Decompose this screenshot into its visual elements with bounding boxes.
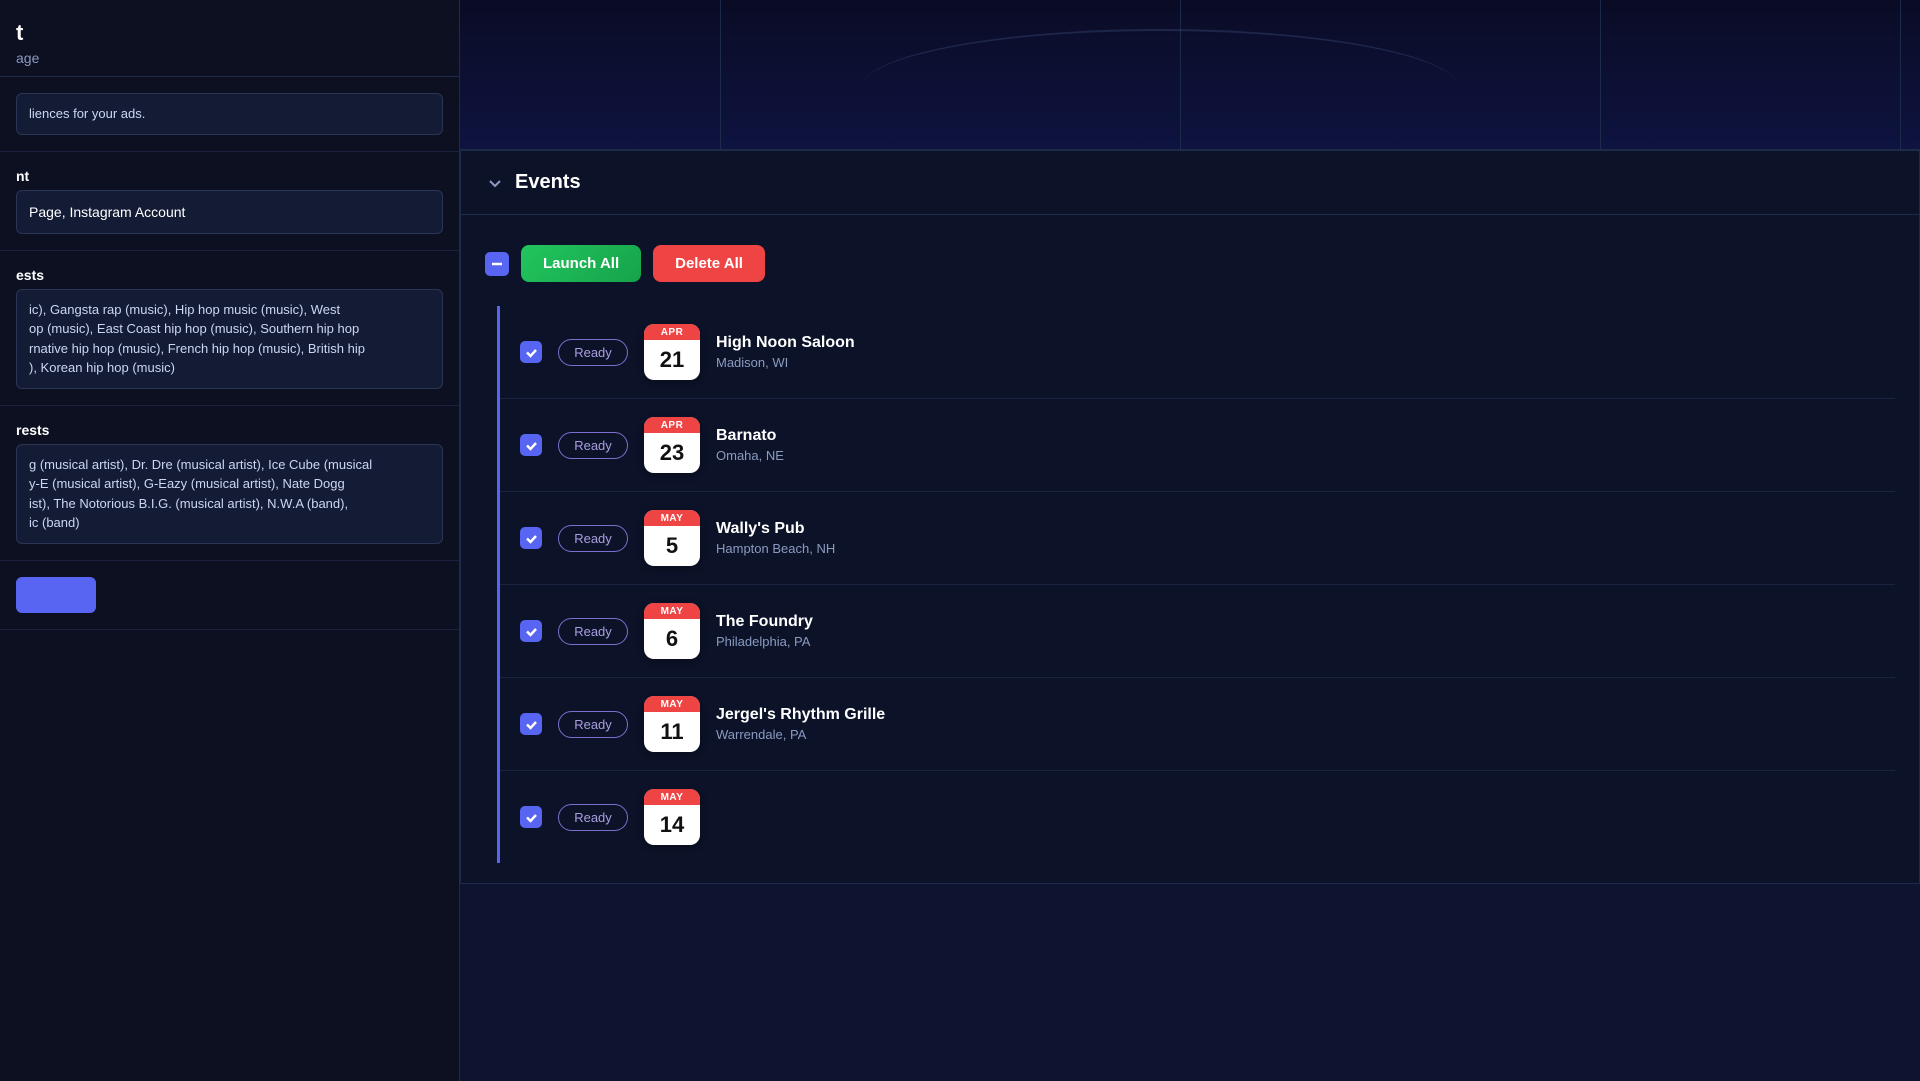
event-item: Ready APR 23 Barnato Omaha, NE (500, 399, 1895, 492)
event-checkbox-2[interactable] (520, 434, 542, 456)
event-name-2: Barnato (716, 427, 1875, 445)
account-value: Page, Instagram Account (16, 190, 443, 234)
event-info-4: The Foundry Philadelphia, PA (716, 613, 1875, 649)
calendar-icon-2: APR 23 (644, 417, 700, 473)
event-checkbox-1[interactable] (520, 341, 542, 363)
select-all-checkbox[interactable] (485, 252, 509, 276)
ready-badge-3[interactable]: Ready (558, 525, 628, 552)
calendar-icon-6: MAY 14 (644, 789, 700, 845)
decorative-curve (860, 29, 1460, 149)
artist-interests-section: rests g (musical artist), Dr. Dre (music… (0, 406, 459, 561)
cal-day-6: 14 (644, 805, 700, 845)
grid-line-1 (720, 0, 721, 149)
cal-month-2: APR (644, 417, 700, 433)
events-section: Events Launch All Delete All (460, 150, 1920, 884)
top-bar (460, 0, 1920, 150)
events-header: Events (461, 151, 1919, 215)
event-name-4: The Foundry (716, 613, 1875, 631)
cal-day-5: 11 (644, 712, 700, 752)
event-checkbox-5[interactable] (520, 713, 542, 735)
event-info-3: Wally's Pub Hampton Beach, NH (716, 520, 1875, 556)
event-item: Ready MAY 11 Jergel's Rhythm Grille Warr… (500, 678, 1895, 771)
event-location-2: Omaha, NE (716, 448, 1875, 463)
event-item: Ready MAY 5 Wally's Pub Hampton Beach, N… (500, 492, 1895, 585)
event-checkbox-4[interactable] (520, 620, 542, 642)
cal-day-2: 23 (644, 433, 700, 473)
calendar-icon-5: MAY 11 (644, 696, 700, 752)
artist-interests-text: g (musical artist), Dr. Dre (musical art… (16, 444, 443, 544)
event-item: Ready MAY 6 The Foundry Philadelphia, PA (500, 585, 1895, 678)
events-title: Events (515, 171, 581, 194)
event-info-5: Jergel's Rhythm Grille Warrendale, PA (716, 706, 1875, 742)
event-name-1: High Noon Saloon (716, 334, 1875, 352)
cal-day-3: 5 (644, 526, 700, 566)
bottom-button-area (0, 561, 459, 630)
audiences-section: liences for your ads. (0, 77, 459, 152)
event-checkbox-6[interactable] (520, 806, 542, 828)
audiences-text: liences for your ads. (16, 93, 443, 135)
cal-day-1: 21 (644, 340, 700, 380)
event-checkbox-3[interactable] (520, 527, 542, 549)
account-title: nt (16, 168, 443, 184)
event-item: Ready APR 21 High Noon Saloon Madison, W… (500, 306, 1895, 399)
page-label: age (16, 50, 443, 66)
cal-month-1: APR (644, 324, 700, 340)
cal-month-6: MAY (644, 789, 700, 805)
cal-day-4: 6 (644, 619, 700, 659)
event-info-2: Barnato Omaha, NE (716, 427, 1875, 463)
ready-badge-4[interactable]: Ready (558, 618, 628, 645)
calendar-icon-4: MAY 6 (644, 603, 700, 659)
interests-section: ests ic), Gangsta rap (music), Hip hop m… (0, 251, 459, 406)
left-header: t age (0, 0, 459, 77)
app-title: t (16, 20, 443, 46)
delete-all-button[interactable]: Delete All (653, 245, 765, 282)
left-panel: t age liences for your ads. nt Page, Ins… (0, 0, 460, 1081)
cal-month-3: MAY (644, 510, 700, 526)
interests-text: ic), Gangsta rap (music), Hip hop music … (16, 289, 443, 389)
event-location-5: Warrendale, PA (716, 727, 1875, 742)
event-location-1: Madison, WI (716, 355, 1875, 370)
artist-interests-title: rests (16, 422, 443, 438)
account-section: nt Page, Instagram Account (0, 152, 459, 251)
launch-all-button[interactable]: Launch All (521, 245, 641, 282)
grid-line-3 (1600, 0, 1601, 149)
calendar-icon-1: APR 21 (644, 324, 700, 380)
ready-badge-1[interactable]: Ready (558, 339, 628, 366)
event-list: Ready APR 21 High Noon Saloon Madison, W… (497, 306, 1895, 863)
right-panel: Events Launch All Delete All (460, 0, 1920, 1081)
cal-month-4: MAY (644, 603, 700, 619)
interests-title: ests (16, 267, 443, 283)
grid-line-4 (1900, 0, 1901, 149)
cal-month-5: MAY (644, 696, 700, 712)
event-location-4: Philadelphia, PA (716, 634, 1875, 649)
event-info-1: High Noon Saloon Madison, WI (716, 334, 1875, 370)
bottom-action-button[interactable] (16, 577, 96, 613)
calendar-icon-3: MAY 5 (644, 510, 700, 566)
ready-badge-6[interactable]: Ready (558, 804, 628, 831)
collapse-chevron-icon[interactable] (485, 173, 505, 193)
event-info-6 (716, 816, 1875, 819)
event-item: Ready MAY 14 (500, 771, 1895, 863)
ready-badge-2[interactable]: Ready (558, 432, 628, 459)
event-location-3: Hampton Beach, NH (716, 541, 1875, 556)
events-content: Launch All Delete All Ready APR 21 High … (461, 215, 1919, 883)
event-name-3: Wally's Pub (716, 520, 1875, 538)
event-name-5: Jergel's Rhythm Grille (716, 706, 1875, 724)
action-row: Launch All Delete All (485, 245, 1895, 282)
ready-badge-5[interactable]: Ready (558, 711, 628, 738)
